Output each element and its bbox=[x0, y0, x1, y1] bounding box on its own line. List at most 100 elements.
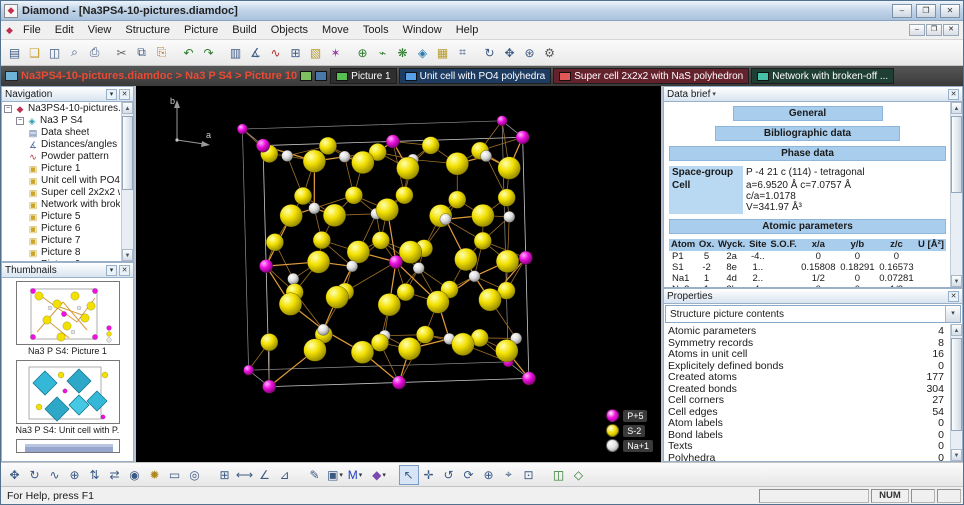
scroll-track[interactable] bbox=[951, 114, 962, 275]
collapse-icon[interactable]: − bbox=[16, 117, 24, 125]
panel-close-icon[interactable]: ✕ bbox=[948, 89, 959, 100]
assistant-icon[interactable]: ✶ bbox=[326, 43, 346, 63]
grid-icon[interactable]: ⊞ bbox=[215, 465, 235, 485]
menu-item[interactable]: Structure bbox=[118, 22, 177, 38]
menu-item[interactable]: Tools bbox=[356, 22, 396, 38]
properties-scrollbar[interactable]: ▲ ▼ bbox=[950, 324, 962, 461]
zoom-view-icon[interactable]: ⊕ bbox=[479, 465, 499, 485]
fit-view-icon[interactable]: ⊡ bbox=[519, 465, 539, 485]
camera-icon[interactable]: ◉ bbox=[125, 465, 145, 485]
nav-tree-root[interactable]: − ◆ Na3PS4-10-pictures.diamdoc bbox=[4, 103, 120, 115]
nav-tree-item[interactable]: ▣ Picture 7 bbox=[4, 235, 120, 247]
menu-item[interactable]: Window bbox=[396, 22, 449, 38]
property-row[interactable]: Polyhedra 0 bbox=[664, 453, 948, 462]
atomic-table-row[interactable]: S1 -2 8e 1.. 0.15808 0.18291 0.16573 bbox=[669, 262, 946, 273]
property-row[interactable]: Created atoms 177 bbox=[664, 372, 948, 384]
navigation-scrollbar[interactable]: ▲ ▼ bbox=[121, 102, 133, 261]
open-icon[interactable]: ❏ bbox=[25, 43, 45, 63]
perspective-icon[interactable]: ◇ bbox=[569, 465, 589, 485]
light-icon[interactable]: ✹ bbox=[145, 465, 165, 485]
structure-canvas[interactable]: b a bbox=[136, 86, 661, 462]
cut-icon[interactable]: ✂ bbox=[112, 43, 132, 63]
scroll-down-icon[interactable]: ▼ bbox=[951, 449, 962, 461]
picture-tab[interactable]: Network with broken-off ... bbox=[751, 68, 894, 84]
render-style-icon[interactable]: ◆ ▾ bbox=[369, 465, 389, 485]
panel-dropdown-icon[interactable]: ▾ bbox=[712, 90, 716, 98]
document-icon[interactable]: ◆ bbox=[3, 24, 16, 37]
new-document-icon[interactable]: ▤ bbox=[5, 43, 25, 63]
scroll-track[interactable] bbox=[122, 114, 133, 249]
wheel-icon[interactable]: ◎ bbox=[185, 465, 205, 485]
tilt-tool-icon[interactable]: ⇅ bbox=[85, 465, 105, 485]
packing-icon[interactable]: ⌗ bbox=[453, 43, 473, 63]
nav-tree-item[interactable]: ▣ Picture 5 bbox=[4, 211, 120, 223]
nav-tree-item[interactable]: ▣ Picture 6 bbox=[4, 223, 120, 235]
scroll-down-icon[interactable]: ▼ bbox=[951, 275, 962, 287]
print-icon[interactable]: ⎙ bbox=[85, 43, 105, 63]
periodic-table-icon[interactable]: ⊞ bbox=[286, 43, 306, 63]
screen-icon[interactable] bbox=[300, 71, 312, 81]
menu-item[interactable]: Picture bbox=[177, 22, 225, 38]
layout-icon[interactable] bbox=[315, 71, 327, 81]
new-picture-icon[interactable]: ▧ bbox=[306, 43, 326, 63]
measure-angle-icon[interactable]: ∠ bbox=[255, 465, 275, 485]
nav-tree-item[interactable]: ▣ Picture 8 bbox=[4, 247, 120, 259]
property-row[interactable]: Created bonds 304 bbox=[664, 384, 948, 396]
measure-torsion-icon[interactable]: ⊿ bbox=[275, 465, 295, 485]
copy-icon[interactable]: ⧉ bbox=[132, 43, 152, 63]
thumbnail-unit-cell[interactable]: Na3 P S4: Unit cell with P... bbox=[16, 360, 120, 436]
save-icon[interactable]: ◫ bbox=[45, 43, 65, 63]
scroll-up-icon[interactable]: ▲ bbox=[122, 102, 133, 114]
menu-item[interactable]: Help bbox=[449, 22, 486, 38]
powder-pattern-icon[interactable]: ∿ bbox=[266, 43, 286, 63]
nav-tree-item[interactable]: ▣ Super cell 2x2x2 with bbox=[4, 187, 120, 199]
properties-selector[interactable]: Structure picture contents ▾ bbox=[665, 305, 961, 323]
panel-menu-icon[interactable]: ▾ bbox=[106, 89, 117, 100]
property-row[interactable]: Atoms in unit cell 16 bbox=[664, 349, 948, 361]
menu-item[interactable]: Objects bbox=[264, 22, 315, 38]
rotate-z-icon[interactable]: ⟳ bbox=[459, 465, 479, 485]
panel-close-icon[interactable]: ✕ bbox=[119, 265, 130, 276]
atomic-table-row[interactable]: Na1 1 4d 2.. 1/2 0 0.07281 bbox=[669, 273, 946, 284]
thumbnail-super-cell[interactable] bbox=[16, 439, 120, 453]
menu-item[interactable]: View bbox=[81, 22, 119, 38]
mdi-close-button[interactable]: ✕ bbox=[943, 24, 959, 36]
polyhedra-icon[interactable]: ◈ bbox=[413, 43, 433, 63]
model-style-icon[interactable]: M ▾ bbox=[345, 465, 365, 485]
property-row[interactable]: Texts 0 bbox=[664, 441, 948, 453]
stereo-icon[interactable]: ◫ bbox=[549, 465, 569, 485]
breadcrumb[interactable]: Na3PS4-10-pictures.diamdoc > Na3 P S4 > … bbox=[21, 70, 297, 82]
fill-cell-icon[interactable]: ▦ bbox=[433, 43, 453, 63]
rotate-icon[interactable]: ↻ bbox=[480, 43, 500, 63]
nav-tree-item[interactable]: ▤ Data sheet bbox=[4, 127, 120, 139]
select-pointer-icon[interactable]: ↖ bbox=[399, 465, 419, 485]
add-atom-icon[interactable]: ⊕ bbox=[353, 43, 373, 63]
atomic-table-row[interactable]: Na2 1 2b -4.. 0 0 1/2 bbox=[669, 284, 946, 288]
property-row[interactable]: Bond labels 0 bbox=[664, 430, 948, 442]
settings-icon[interactable]: ⚙ bbox=[540, 43, 560, 63]
menu-item[interactable]: Edit bbox=[48, 22, 81, 38]
redo-icon[interactable]: ↷ bbox=[199, 43, 219, 63]
menu-item[interactable]: Move bbox=[315, 22, 356, 38]
scroll-thumb[interactable] bbox=[951, 338, 962, 431]
undo-icon[interactable]: ↶ bbox=[179, 43, 199, 63]
scroll-down-icon[interactable]: ▼ bbox=[122, 249, 133, 261]
zoom-icon[interactable]: ⊛ bbox=[520, 43, 540, 63]
nav-tree-item[interactable]: ▣ Unit cell with PO4 pol bbox=[4, 175, 120, 187]
spin-tool-icon[interactable]: ↻ bbox=[25, 465, 45, 485]
panel-close-icon[interactable]: ✕ bbox=[119, 89, 130, 100]
property-row[interactable]: Atomic parameters 4 bbox=[664, 326, 948, 338]
translate-icon[interactable]: ✥ bbox=[500, 43, 520, 63]
nav-tree-phase[interactable]: − ◈ Na3 P S4 bbox=[4, 115, 120, 127]
panel-close-icon[interactable]: ✕ bbox=[948, 291, 959, 302]
wobble-tool-icon[interactable]: ∿ bbox=[45, 465, 65, 485]
viewport-icon[interactable]: ▭ bbox=[165, 465, 185, 485]
move-view-icon[interactable]: ✛ bbox=[419, 465, 439, 485]
pencil-icon[interactable]: ✎ bbox=[305, 465, 325, 485]
scroll-thumb[interactable] bbox=[122, 116, 133, 190]
scroll-up-icon[interactable]: ▲ bbox=[951, 324, 962, 336]
menu-item[interactable]: Build bbox=[225, 22, 263, 38]
data-sheet-icon[interactable]: ▥ bbox=[226, 43, 246, 63]
data-brief-scrollbar[interactable]: ▲ ▼ bbox=[950, 102, 962, 287]
property-row[interactable]: Symmetry records 8 bbox=[664, 338, 948, 350]
